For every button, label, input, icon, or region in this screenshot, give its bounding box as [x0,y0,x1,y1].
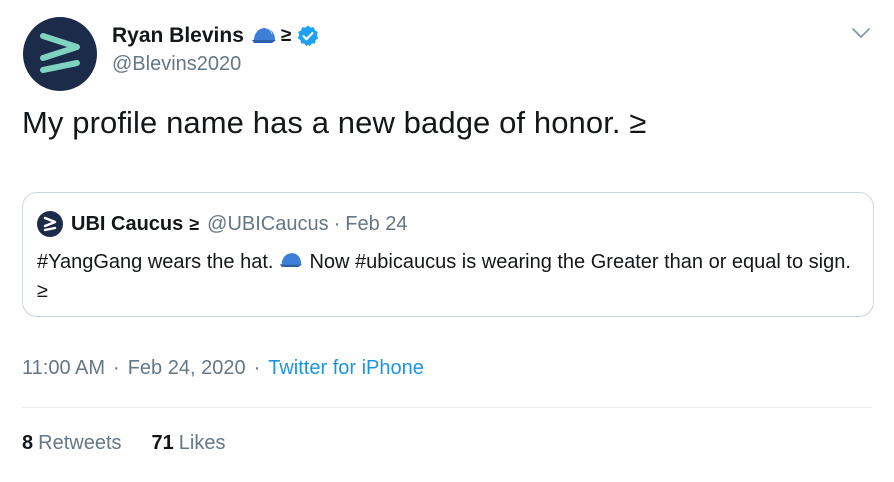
quoted-text-part1: #YangGang wears the hat. [37,251,274,273]
author-block: Ryan Blevins ≥ @Blevins2020 [112,20,320,76]
quoted-author-avatar [37,211,63,237]
likes-stat[interactable]: 71 Likes [152,432,226,455]
tweet-metadata: 11:00 AM · Feb 24, 2020 · Twitter for iP… [22,357,424,380]
quoted-author-name-suffix: ≥ [189,213,200,234]
separator-dot: · [113,357,120,379]
greater-equal-logo-icon [40,33,80,73]
tweet-time[interactable]: 11:00 AM [22,357,105,380]
divider [22,407,872,408]
author-name-suffix: ≥ [280,25,292,46]
quoted-author-handle: @UBICaucus [207,212,329,235]
retweets-count: 8 [22,432,34,454]
author-avatar[interactable] [23,17,97,91]
likes-label: Likes [178,432,226,454]
likes-count: 71 [151,432,174,454]
tweet-text: My profile name has a new badge of honor… [22,105,647,140]
author-name-row: Ryan Blevins ≥ [112,20,320,52]
author-handle[interactable]: @Blevins2020 [112,53,320,76]
blue-cap-icon [251,26,277,46]
greater-equal-logo-icon [43,216,57,232]
chevron-down-icon[interactable] [850,22,872,44]
engagement-stats: 8 Retweets 71 Likes [22,432,225,455]
tweet-date[interactable]: Feb 24, 2020 [128,357,246,380]
blue-cap-icon [279,251,303,278]
quoted-tweet-date: Feb 24 [345,212,408,235]
verified-badge-icon [296,24,320,48]
quoted-tweet-header: UBI Caucus ≥ @UBICaucus · Feb 24 [37,211,408,237]
quoted-tweet-card[interactable]: UBI Caucus ≥ @UBICaucus · Feb 24 #YangGa… [22,192,874,317]
separator-dot: · [333,212,341,235]
tweet-source-link[interactable]: Twitter for iPhone [268,357,424,380]
author-display-name[interactable]: Ryan Blevins [112,24,244,48]
quoted-author-name: UBI Caucus [71,212,184,235]
separator-dot: · [253,357,261,379]
retweets-label: Retweets [38,432,122,454]
quoted-tweet-text: #YangGang wears the hat. Now #ubicaucus i… [37,249,867,305]
retweets-stat[interactable]: 8 Retweets [22,432,122,455]
